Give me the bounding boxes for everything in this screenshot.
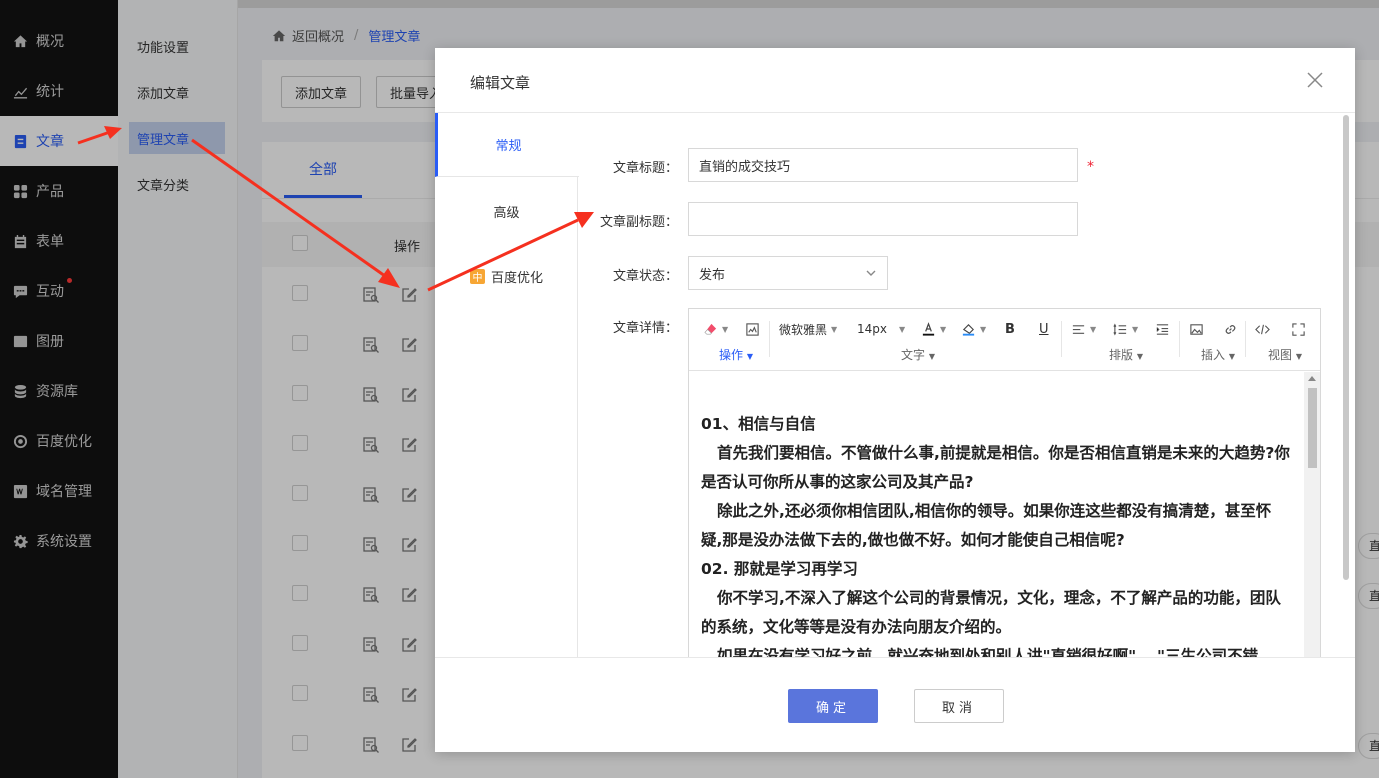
content-paragraph: 除此之外,还必须你相信团队,相信你的领导。如果你连这些都没有搞清楚，甚至怀疑,那…	[701, 502, 1272, 549]
modal-title: 编辑文章	[470, 74, 531, 92]
toolbar-group-insert[interactable]: 插入 ▼	[1201, 346, 1235, 363]
status-label: 文章状态：	[612, 269, 678, 284]
align-icon[interactable]: ▼	[1071, 319, 1096, 339]
tab-general[interactable]: 常规	[435, 113, 579, 177]
chevron-down-icon	[866, 270, 876, 276]
toolbar-divider	[1061, 321, 1062, 357]
status-select[interactable]: 发布	[688, 256, 888, 290]
rich-text-editor: ▼ 操作 ▼ 微软雅黑 ▼ 14px ▼ ▼ ▼ B U 文字 ▼ ▼ ▼ 排版 ▼…	[688, 308, 1321, 658]
editor-scrollbar[interactable]	[1304, 372, 1320, 657]
font-size-select[interactable]: 14px ▼	[857, 319, 905, 339]
font-family-select[interactable]: 微软雅黑 ▼	[779, 319, 837, 339]
source-doc-icon[interactable]	[745, 319, 760, 339]
confirm-button[interactable]: 确定	[788, 689, 878, 723]
fullscreen-icon[interactable]	[1291, 319, 1306, 339]
content-heading: 01、相信与自信	[701, 415, 816, 433]
modal-header: 编辑文章	[435, 48, 1355, 113]
tab-label: 百度优化	[490, 270, 543, 286]
code-view-icon[interactable]	[1255, 319, 1270, 339]
baidu-badge-icon: 中	[469, 268, 485, 284]
tab-baidu-seo[interactable]: 中 百度优化	[435, 244, 578, 308]
modal-footer: 确定 取消	[435, 657, 1355, 752]
editor-content[interactable]: 01、相信与自信 首先我们要相信。不管做什么事,前提就是相信。你是否相信直销是未…	[689, 372, 1304, 658]
title-label: 文章标题：	[612, 161, 678, 176]
edit-article-modal: 编辑文章 常规 高级 中 百度优化 文章标题： 直销的成交技巧 * 文章副标题：…	[435, 48, 1355, 752]
group-label: 操作	[719, 348, 744, 362]
title-input[interactable]: 直销的成交技巧	[688, 148, 1078, 182]
subtitle-input[interactable]	[688, 202, 1078, 236]
font-size-value: 14px	[857, 322, 887, 336]
editor-scroll-thumb[interactable]	[1308, 388, 1317, 468]
toolbar-group-layout[interactable]: 排版 ▼	[1109, 346, 1143, 363]
indent-icon[interactable]	[1155, 319, 1170, 339]
font-family-value: 微软雅黑	[779, 322, 828, 337]
content-paragraph: 如果在没有学习好之前，就兴奋地到处和别人讲"直销很好啊"， "三生公司不错	[717, 647, 1259, 658]
toolbar-group-ops[interactable]: 操作 ▼	[719, 346, 753, 363]
group-label: 视图	[1268, 348, 1293, 362]
underline-icon[interactable]: U	[1039, 319, 1049, 339]
content-heading: 02. 那就是学习再学习	[701, 560, 858, 578]
subtitle-label: 文章副标题：	[599, 215, 678, 230]
group-label: 插入	[1201, 348, 1226, 362]
title-input-value: 直销的成交技巧	[699, 159, 791, 175]
toolbar-group-view[interactable]: 视图 ▼	[1268, 346, 1302, 363]
line-height-icon[interactable]: ▼	[1113, 319, 1138, 339]
toolbar-divider	[1245, 321, 1246, 357]
scroll-up-icon[interactable]	[1308, 376, 1316, 381]
close-icon[interactable]	[1305, 70, 1325, 90]
detail-label: 文章详情：	[612, 321, 678, 336]
bold-icon[interactable]: B	[1005, 319, 1015, 339]
cancel-button[interactable]: 取消	[914, 689, 1004, 723]
modal-scroll-thumb[interactable]	[1343, 115, 1349, 580]
tab-advanced[interactable]: 高级	[435, 179, 578, 243]
editor-toolbar: ▼ 操作 ▼ 微软雅黑 ▼ 14px ▼ ▼ ▼ B U 文字 ▼ ▼ ▼ 排版 ▼…	[689, 309, 1320, 371]
modal-scrollbar[interactable]	[1341, 113, 1351, 658]
modal-tabs: 常规 高级 中 百度优化	[435, 113, 579, 658]
toolbar-divider	[769, 321, 770, 357]
toolbar-divider	[1179, 321, 1180, 357]
link-icon[interactable]	[1223, 319, 1238, 339]
content-paragraph: 首先我们要相信。不管做什么事,前提就是相信。你是否相信直销是未来的大趋势?你是否…	[701, 444, 1290, 491]
required-mark: *	[1087, 159, 1094, 175]
eraser-icon[interactable]: ▼	[703, 319, 728, 339]
group-label: 排版	[1109, 348, 1134, 362]
status-select-value: 发布	[699, 267, 726, 283]
highlight-color-icon[interactable]: ▼	[961, 319, 986, 339]
toolbar-group-text[interactable]: 文字 ▼	[901, 346, 935, 363]
image-icon[interactable]	[1189, 319, 1204, 339]
content-paragraph: 你不学习,不深入了解这个公司的背景情况，文化，理念，不了解产品的功能，团队的系统…	[701, 589, 1281, 636]
font-color-icon[interactable]: ▼	[921, 319, 946, 339]
group-label: 文字	[901, 348, 926, 362]
